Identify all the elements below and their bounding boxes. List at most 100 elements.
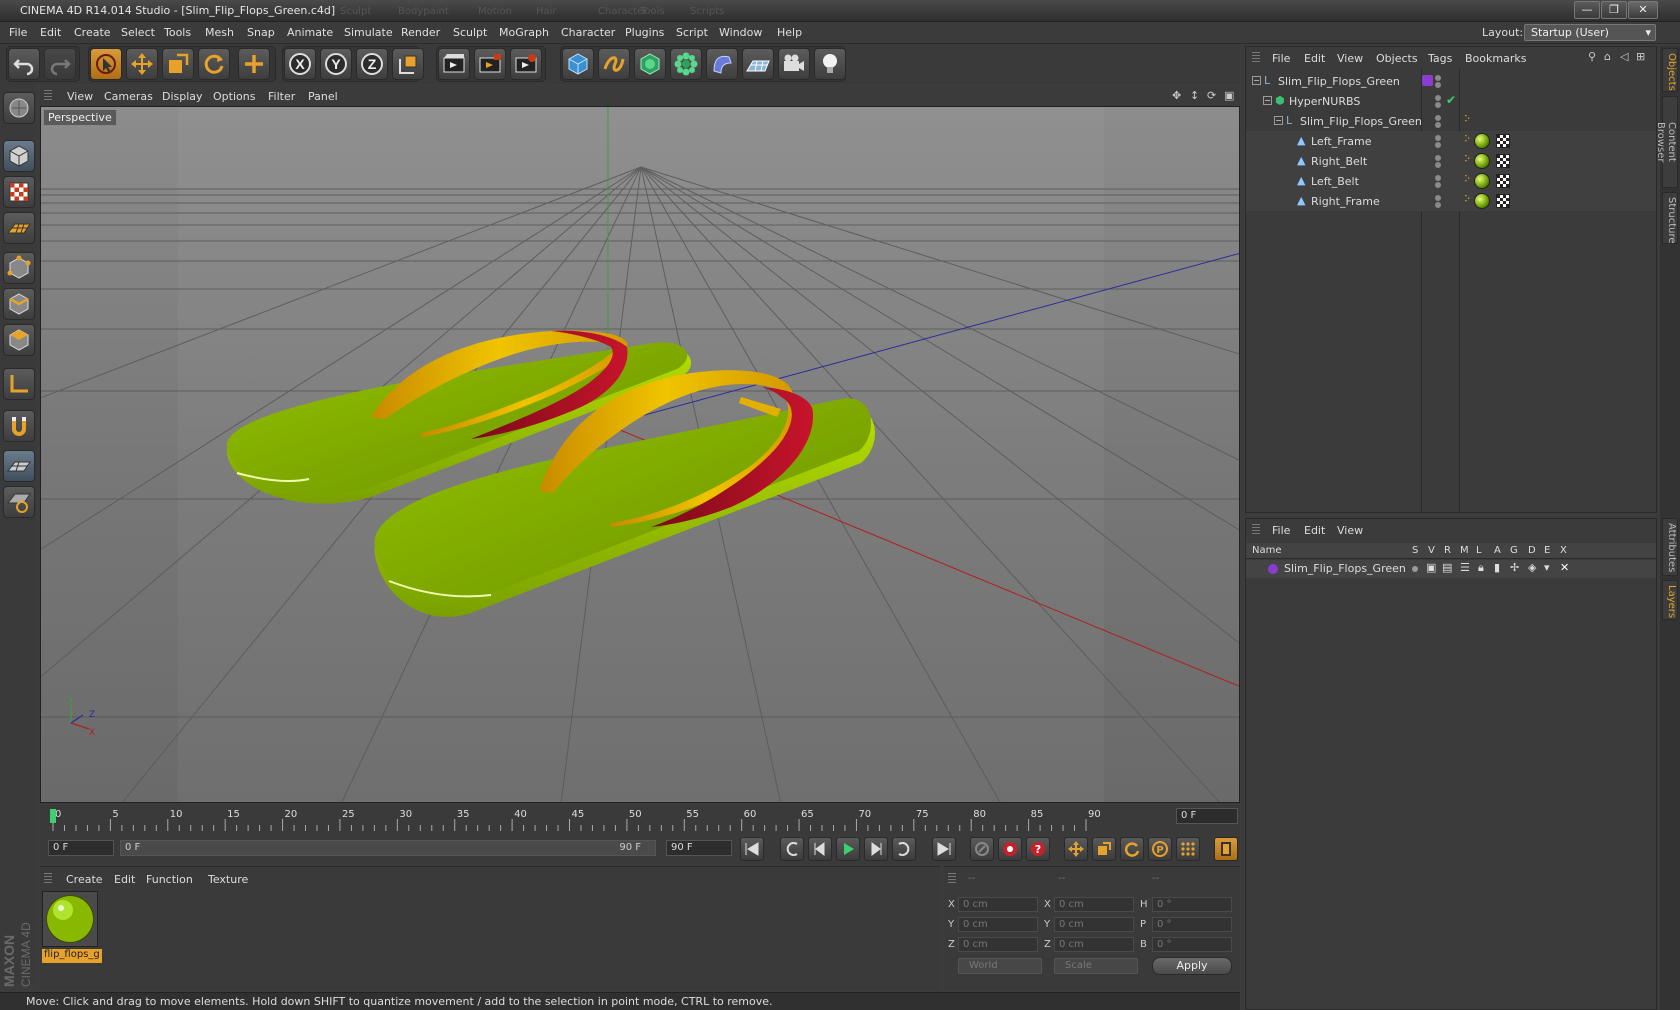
cube-icon[interactable] [562, 48, 594, 80]
record-parameter-icon[interactable]: P [1148, 837, 1172, 861]
pos-x-field[interactable]: 0 cm [958, 897, 1038, 912]
editor-visibility-dot[interactable] [1435, 155, 1441, 161]
edges-mode-icon[interactable] [3, 288, 35, 320]
model-mode-icon[interactable] [3, 140, 35, 172]
viewport-maximize-icon[interactable]: ▣ [1224, 89, 1234, 102]
lm-menu-file[interactable]: File [1272, 524, 1290, 537]
viewport-menu-filter[interactable]: Filter [268, 90, 295, 103]
playhead[interactable] [50, 809, 56, 823]
rot-p-field[interactable]: 0 ° [1152, 917, 1232, 932]
restore-button[interactable]: ❐ [1601, 1, 1627, 19]
back-icon[interactable]: ◁ [1620, 50, 1628, 63]
layer-name[interactable]: Slim_Flip_Flops_Green [1284, 562, 1406, 575]
viewport-menu-panel[interactable]: Panel [308, 90, 338, 103]
viewport-menu-view[interactable]: View [67, 90, 93, 103]
polygons-mode-icon[interactable] [3, 324, 35, 356]
size-x-field[interactable]: 0 cm [1054, 897, 1134, 912]
live-selection-icon[interactable] [90, 48, 122, 80]
apply-button[interactable]: Apply [1152, 957, 1232, 975]
object-row[interactable]: ▲ Right_Belt ⠕ [1246, 151, 1656, 171]
current-frame-field[interactable]: 0 F [1176, 808, 1238, 824]
record-position-icon[interactable] [1064, 837, 1088, 861]
make-editable-icon[interactable] [3, 92, 35, 124]
panel-grip-icon[interactable] [44, 873, 52, 885]
axis-mode-icon[interactable] [3, 368, 35, 400]
object-row[interactable]: ▲ Right_Frame ⠕ [1246, 191, 1656, 211]
menu-mograph[interactable]: MoGraph [499, 26, 549, 39]
menu-help[interactable]: Help [777, 26, 802, 39]
phong-tag-icon[interactable]: ⠕ [1464, 195, 1471, 205]
object-name[interactable]: Left_Frame [1311, 135, 1371, 148]
render-visibility-dot[interactable] [1435, 202, 1441, 208]
layer-visible-icon[interactable]: ▣ [1426, 561, 1436, 574]
world-coordinates-icon[interactable] [392, 48, 424, 80]
phong-tag-icon[interactable]: ⠕ [1464, 175, 1471, 185]
preview-range-slider[interactable]: 0 F 90 F [120, 840, 656, 856]
expand-toggle-icon[interactable]: − [1252, 76, 1261, 85]
3d-viewport[interactable]: Y Z X Perspective [40, 106, 1240, 803]
material-tag-icon[interactable] [1474, 173, 1490, 189]
material-tag-icon[interactable] [1474, 153, 1490, 169]
timeline-scheme-icon[interactable] [1214, 837, 1238, 861]
coordinate-system-dropdown[interactable]: World [958, 958, 1042, 974]
menu-select[interactable]: Select [121, 26, 155, 39]
om-menu-file[interactable]: File [1272, 52, 1290, 65]
menu-character[interactable]: Character [561, 26, 615, 39]
layer-col-manager[interactable]: M [1460, 545, 1469, 556]
panel-grip-icon[interactable] [1252, 524, 1260, 536]
layer-col-xref[interactable]: X [1560, 545, 1567, 556]
material-menu-edit[interactable]: Edit [114, 873, 135, 886]
object-name[interactable]: Left_Belt [1311, 175, 1359, 188]
expand-toggle-icon[interactable]: − [1274, 116, 1283, 125]
record-keys-icon[interactable] [970, 837, 994, 861]
layer-color-swatch[interactable] [1268, 564, 1278, 574]
camera-icon[interactable] [778, 48, 810, 80]
editor-visibility-dot[interactable] [1435, 195, 1441, 201]
timeline-ruler[interactable]: 0 5 10 15 20 25 30 35 40 45 50 55 60 65 70 75 80 85 90 [40, 805, 1240, 835]
menu-window[interactable]: Window [719, 26, 762, 39]
om-menu-edit[interactable]: Edit [1304, 52, 1325, 65]
object-row[interactable]: − ⬢ HyperNURBS ✔ [1246, 91, 1656, 111]
layer-col-locked[interactable]: L [1476, 545, 1482, 556]
previous-frame-icon[interactable] [808, 837, 832, 861]
material-menu-texture[interactable]: Texture [208, 873, 248, 886]
viewport-pan-icon[interactable]: ✥ [1172, 89, 1181, 102]
object-row[interactable]: ▲ Left_Belt ⠕ [1246, 171, 1656, 191]
phong-tag-icon[interactable]: ⠕ [1464, 135, 1471, 145]
layer-solo-dot[interactable] [1412, 566, 1418, 572]
menu-tools[interactable]: Tools [164, 26, 191, 39]
editor-visibility-dot[interactable] [1435, 75, 1441, 81]
layer-col-name[interactable]: Name [1252, 545, 1282, 556]
move-icon[interactable] [126, 48, 158, 80]
material-menu-function[interactable]: Function [146, 873, 193, 886]
viewport-menu-display[interactable]: Display [162, 90, 203, 103]
editor-visibility-dot[interactable] [1435, 175, 1441, 181]
lm-menu-view[interactable]: View [1337, 524, 1363, 537]
menu-snap[interactable]: Snap [247, 26, 275, 39]
pos-y-field[interactable]: 0 cm [958, 917, 1038, 932]
size-z-field[interactable]: 0 cm [1054, 937, 1134, 952]
rot-h-field[interactable]: 0 ° [1152, 897, 1232, 912]
keyframe-selection-icon[interactable]: ? [1026, 837, 1050, 861]
tab-attributes[interactable]: Attributes [1662, 518, 1678, 576]
layer-col-render[interactable]: R [1444, 545, 1451, 556]
add-icon[interactable] [238, 48, 270, 80]
layer-xref-icon[interactable]: ✕ [1560, 561, 1569, 574]
layout-dropdown[interactable]: Startup (User) [1524, 24, 1656, 41]
render-visibility-dot[interactable] [1435, 82, 1441, 88]
layer-color-swatch[interactable] [1422, 75, 1433, 86]
layer-animation-icon[interactable]: ▮ [1494, 561, 1500, 574]
viewport-menu-cameras[interactable]: Cameras [104, 90, 153, 103]
workplane-mode-icon[interactable] [3, 212, 35, 244]
locked-workplane-icon[interactable] [3, 486, 35, 518]
render-visibility-dot[interactable] [1435, 102, 1441, 108]
edit-render-settings-icon[interactable] [510, 48, 542, 80]
camera-label[interactable]: Perspective [43, 109, 117, 126]
panel-grip-icon[interactable] [948, 873, 956, 885]
scale-icon[interactable] [162, 48, 194, 80]
material-thumbnail[interactable] [42, 891, 98, 947]
uvw-tag-icon[interactable] [1496, 154, 1510, 168]
previous-key-icon[interactable] [780, 837, 804, 861]
new-view-icon[interactable]: ⊞ [1636, 50, 1645, 63]
object-row[interactable]: − L Slim_Flip_Flops_Green [1246, 71, 1656, 91]
